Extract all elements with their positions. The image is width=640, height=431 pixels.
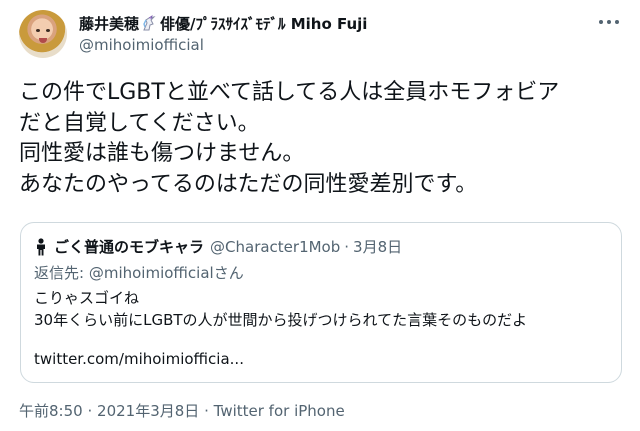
- quoted-tweet-header: ごく普通のモブキャラ @Character1Mob · 3月8日: [34, 236, 402, 257]
- quoted-link[interactable]: twitter.com/mihoimiofficia...: [34, 350, 244, 368]
- display-name-suffix: 俳優/ﾌﾟﾗｽｻｲｽﾞﾓﾃﾞﾙ Miho Fuji: [160, 15, 368, 33]
- avatar-eye: [36, 29, 40, 32]
- quoted-author-name: ごく普通のモブキャラ: [54, 238, 205, 256]
- reply-context: 返信先: @mihoimiofficialさん: [34, 262, 244, 283]
- quoted-author-handle: @Character1Mob: [210, 237, 341, 256]
- tweet-line: あなたのやってるのはただの同性愛差別です。: [19, 171, 478, 197]
- avatar-mouth: [39, 38, 47, 43]
- quoted-date: 3月8日: [353, 238, 403, 256]
- author-handle[interactable]: @mihoimiofficial: [79, 36, 204, 54]
- person-icon: [34, 237, 48, 256]
- quoted-tweet[interactable]: ごく普通のモブキャラ @Character1Mob · 3月8日 返信先: @m…: [20, 222, 622, 383]
- quoted-tweet-text: こりゃスゴイね 30年くらい前にLGBTの人が世間から投げつけられてた言葉そのも…: [34, 287, 527, 331]
- quoted-separator: ·: [344, 237, 350, 256]
- reply-prefix: 返信先:: [34, 264, 85, 282]
- reply-to-handle[interactable]: @mihoimiofficialさん: [89, 264, 244, 282]
- more-options-icon[interactable]: [599, 14, 619, 30]
- unicorn-icon: [141, 15, 158, 32]
- tweet-time[interactable]: 午前8:50: [19, 402, 83, 420]
- tweet-footer: 午前8:50 · 2021年3月8日 · Twitter for iPhone: [19, 400, 345, 421]
- tweet-source[interactable]: Twitter for iPhone: [214, 402, 345, 420]
- quoted-line: こりゃスゴイね: [34, 289, 140, 307]
- quoted-line: 30年くらい前にLGBTの人が世間から投げつけられてた言葉そのものだよ: [34, 311, 528, 329]
- author-name[interactable]: 藤井美穂 俳優/ﾌﾟﾗｽｻｲｽﾞﾓﾃﾞﾙ Miho Fuji: [79, 13, 367, 34]
- avatar[interactable]: [19, 10, 67, 58]
- display-name-prefix: 藤井美穂: [79, 15, 140, 33]
- avatar-eye: [46, 29, 50, 32]
- footer-separator: ·: [204, 402, 209, 420]
- tweet-line: 同性愛は誰も傷つけません。: [19, 141, 305, 166]
- tweet-date[interactable]: 2021年3月8日: [97, 402, 199, 420]
- tweet-line: だと自覚してください。: [19, 110, 260, 136]
- tweet-line: この件でLGBTと並べて話してる人は全員ホモフォビア: [19, 80, 560, 105]
- tweet-text: この件でLGBTと並べて話してる人は全員ホモフォビア だと自覚してください。 同…: [19, 78, 629, 200]
- footer-separator: ·: [87, 402, 93, 420]
